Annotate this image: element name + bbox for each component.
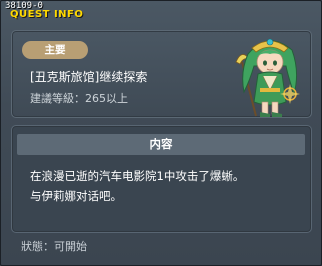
quest-info-window: 38109-0 QUEST INFO 主要 [丑克斯旅馆]继续探索 建議等級：2… [0, 0, 322, 266]
quest-content-panel: 内容 在浪漫已逝的汽车电影院1中攻击了爆蜥。 与伊莉娜对话吧。 [11, 125, 312, 233]
quest-status: 狀態：可開始 [21, 240, 87, 253]
window-title: QUEST INFO [10, 9, 84, 20]
content-line: 在浪漫已逝的汽车电影院1中攻击了爆蜥。 [30, 169, 245, 183]
recommended-level: 建議等級：265以上 [30, 92, 128, 105]
quest-name: [丑克斯旅馆]继续探索 [30, 70, 148, 84]
npc-portrait-icon [235, 38, 300, 117]
quest-type-badge: 主要 [22, 41, 88, 59]
content-header: 内容 [17, 134, 305, 155]
quest-summary-panel: 主要 [丑克斯旅馆]继续探索 建議等級：265以上 [11, 30, 312, 118]
content-line: 与伊莉娜对话吧。 [30, 189, 122, 203]
